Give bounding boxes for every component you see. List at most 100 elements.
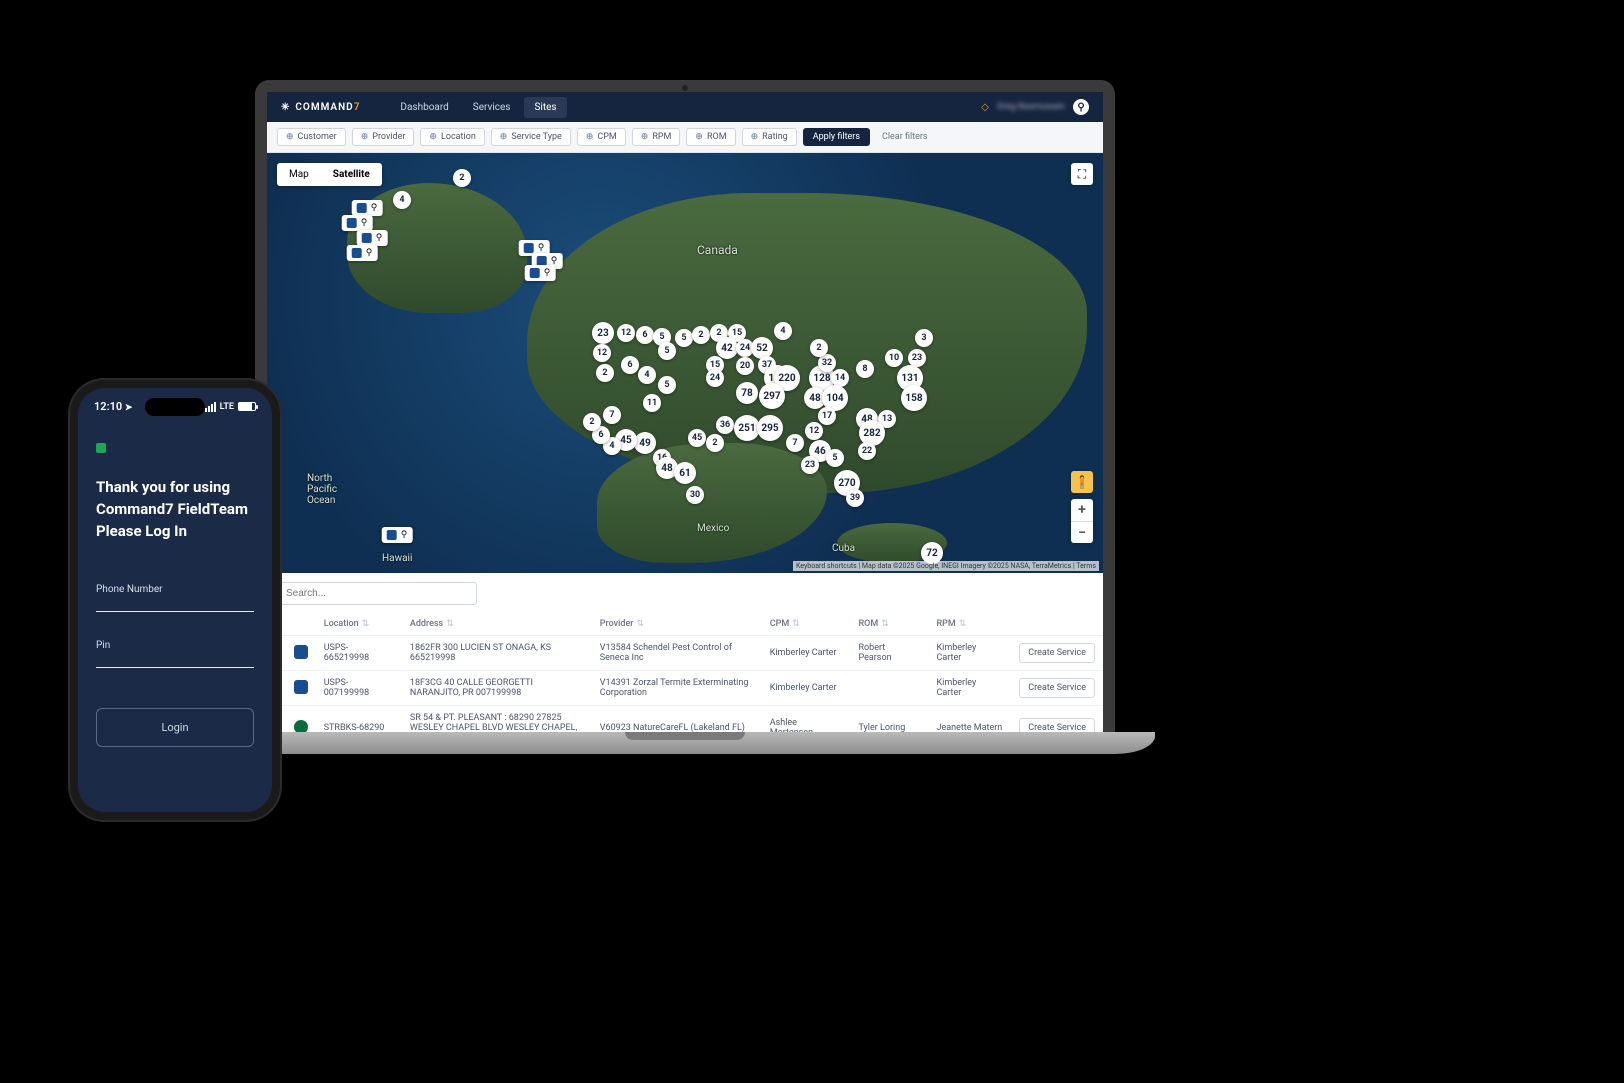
map-cluster[interactable]: 297 [759, 383, 785, 409]
map-pin[interactable]: ⚲ [382, 527, 413, 543]
col-address[interactable]: Address⇅ [402, 613, 592, 636]
filter-provider[interactable]: ⊕Provider [352, 128, 415, 146]
login-button[interactable]: Login [96, 708, 254, 747]
signal-icon [205, 402, 216, 412]
map-cluster[interactable]: 5 [658, 342, 676, 360]
map-cluster[interactable]: 2 [810, 339, 828, 357]
map-cluster[interactable]: 2 [453, 169, 471, 187]
filter-location[interactable]: ⊕Location [420, 128, 484, 146]
cell-location: STRBKS-68290 [316, 706, 402, 733]
map-cluster[interactable]: 12 [593, 344, 611, 362]
map-cluster[interactable]: 10 [885, 349, 903, 367]
map-cluster[interactable]: 36 [716, 416, 734, 434]
col-rom[interactable]: ROM⇅ [850, 613, 928, 636]
map-cluster[interactable]: 5 [826, 449, 844, 467]
filter-service-type[interactable]: ⊕Service Type [491, 128, 571, 146]
map-type-toggle: Map Satellite [277, 163, 382, 186]
map-cluster[interactable]: 5 [675, 329, 693, 347]
clear-filters-button[interactable]: Clear filters [876, 128, 934, 146]
pin-label: Pin [96, 640, 254, 651]
apply-filters-button[interactable]: Apply filters [803, 128, 870, 146]
map-cluster[interactable]: 42 [716, 337, 738, 359]
map-fullscreen-button[interactable]: ⛶ [1071, 163, 1093, 185]
map-cluster[interactable]: 61 [674, 462, 696, 484]
nav-services[interactable]: Services [463, 97, 521, 118]
map-cluster[interactable]: 3 [915, 329, 933, 347]
laptop-bezel: ✳ COMMAND7 Dashboard Services Sites ◇ Gr… [255, 80, 1115, 732]
col-rpm[interactable]: RPM⇅ [928, 613, 1011, 636]
map-cluster[interactable]: 12 [805, 422, 823, 440]
map-cluster[interactable]: 23 [801, 456, 819, 474]
cell-provider: V13584 Schendel Pest Control of Seneca I… [592, 636, 762, 671]
map-cluster[interactable]: 17 [818, 407, 836, 425]
filter-rom[interactable]: ⊕ROM [686, 128, 735, 146]
map-pin[interactable]: ⚲ [347, 245, 378, 261]
map-cluster[interactable]: 4 [638, 366, 656, 384]
map-pin[interactable]: ⚲ [357, 230, 388, 246]
cell-address: SR 54 & PT. PLEASANT : 68290 27825 WESLE… [402, 706, 592, 733]
map-pegman[interactable]: 🧍 [1071, 471, 1093, 493]
create-service-button[interactable]: Create Service [1019, 678, 1095, 698]
notification-icon[interactable]: ◇ [981, 102, 989, 113]
cell-cpm: Kimberley Carter [762, 671, 851, 706]
nav-dashboard[interactable]: Dashboard [390, 97, 458, 118]
carrier-label: LTE [220, 402, 234, 412]
map-cluster[interactable]: 7 [786, 434, 804, 452]
create-service-button[interactable]: Create Service [1019, 643, 1095, 663]
map-cluster[interactable]: 2 [692, 326, 710, 344]
map-cluster[interactable]: 158 [901, 385, 927, 411]
brand-logo: ✳ COMMAND7 [281, 102, 360, 113]
brand-icon: ✳ [281, 102, 290, 113]
map-zoom-in[interactable]: + [1071, 499, 1093, 521]
map-cluster[interactable]: 6 [621, 356, 639, 374]
map-cluster[interactable]: 4 [774, 322, 792, 340]
map-cluster[interactable]: 2 [583, 413, 601, 431]
map-cluster[interactable]: 2 [596, 364, 614, 382]
map-cluster[interactable]: 45 [688, 429, 706, 447]
create-service-button[interactable]: Create Service [1019, 718, 1095, 732]
map-cluster[interactable]: 12 [617, 324, 635, 342]
map-cluster[interactable]: 78 [736, 382, 758, 404]
laptop-screen: ✳ COMMAND7 Dashboard Services Sites ◇ Gr… [267, 92, 1103, 732]
map-cluster[interactable]: 20 [736, 357, 754, 375]
map-container[interactable]: Map Satellite ⛶ 🧍 + − Canada Mexico Nort… [267, 153, 1103, 573]
map-type-map[interactable]: Map [277, 163, 321, 186]
filter-rpm[interactable]: ⊕RPM [632, 128, 681, 146]
filter-cpm[interactable]: ⊕CPM [577, 128, 626, 146]
phone-dynamic-island [145, 398, 205, 416]
search-input[interactable] [277, 582, 477, 605]
map-cluster[interactable]: 7 [603, 406, 621, 424]
col-provider[interactable]: Provider⇅ [592, 613, 762, 636]
map-pin[interactable]: ⚲ [342, 215, 373, 231]
nav-sites[interactable]: Sites [524, 97, 566, 118]
map-cluster[interactable]: 39 [846, 489, 864, 507]
col-location[interactable]: Location⇅ [316, 613, 402, 636]
pin-field[interactable]: Pin [96, 640, 254, 668]
map-cluster[interactable]: 30 [686, 486, 704, 504]
main-nav: Dashboard Services Sites [390, 97, 566, 118]
laptop-mockup: ✳ COMMAND7 Dashboard Services Sites ◇ Gr… [255, 80, 1115, 754]
map-cluster[interactable]: 49 [634, 432, 656, 454]
sites-table: Location⇅ Address⇅ Provider⇅ CPM⇅ ROM⇅ R… [267, 613, 1103, 732]
map-cluster[interactable]: 8 [856, 360, 874, 378]
cell-rom: Robert Pearson [850, 636, 928, 671]
map-cluster[interactable]: 11 [643, 394, 661, 412]
map-cluster[interactable]: 4 [393, 191, 411, 209]
user-avatar[interactable]: ⚲ [1073, 99, 1089, 115]
filter-rating[interactable]: ⊕Rating [742, 128, 797, 146]
phone-number-field[interactable]: Phone Number [96, 584, 254, 612]
col-cpm[interactable]: CPM⇅ [762, 613, 851, 636]
map-cluster[interactable]: 2 [706, 434, 724, 452]
map-cluster[interactable]: 5 [658, 376, 676, 394]
map-type-satellite[interactable]: Satellite [321, 163, 382, 186]
map-cluster[interactable]: 24 [706, 369, 724, 387]
filter-customer[interactable]: ⊕Customer [277, 128, 346, 146]
laptop-camera [682, 85, 688, 91]
map-cluster[interactable]: 295 [757, 415, 783, 441]
map-pin[interactable]: ⚲ [352, 200, 383, 216]
map-zoom-out[interactable]: − [1071, 521, 1093, 543]
map-cluster[interactable]: 22 [858, 442, 876, 460]
map-cluster[interactable]: 23 [592, 322, 614, 344]
map-pin[interactable]: ⚲ [525, 265, 556, 281]
map-cluster[interactable]: 6 [636, 326, 654, 344]
